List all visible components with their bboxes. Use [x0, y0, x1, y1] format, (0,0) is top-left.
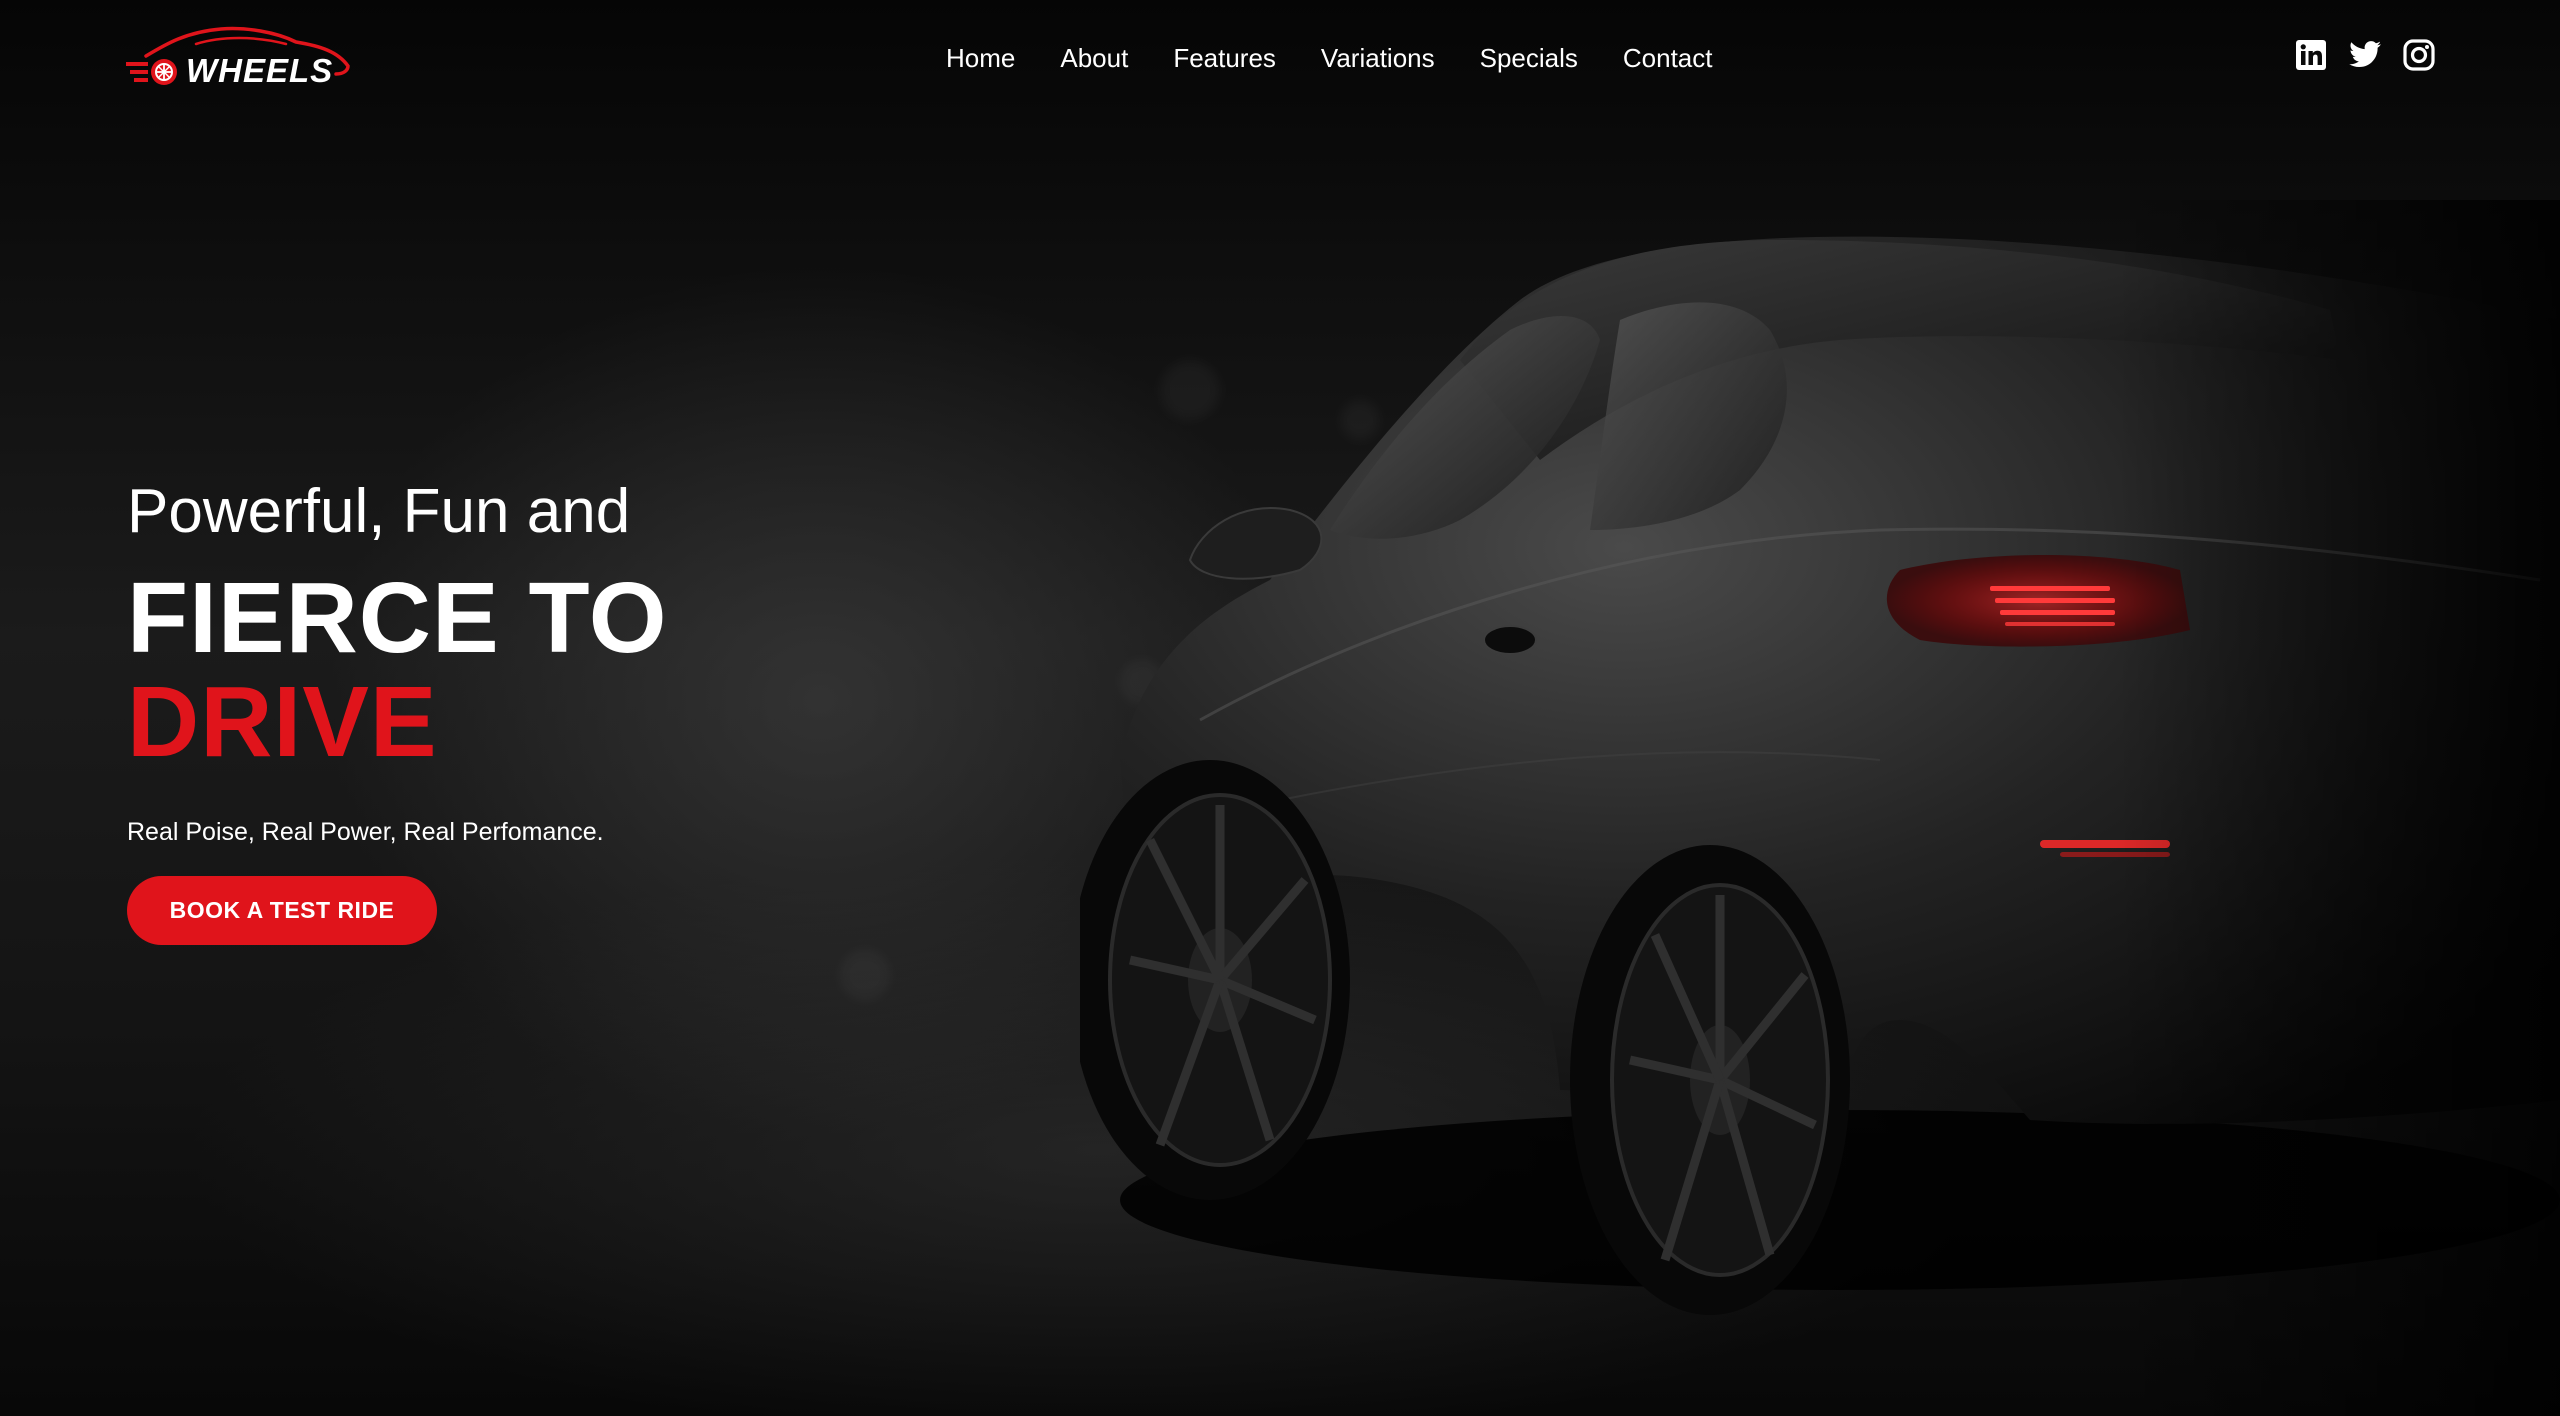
- linkedin-icon: [2296, 40, 2326, 70]
- sports-car-image: [1080, 200, 2560, 1416]
- nav-link-features[interactable]: Features: [1173, 43, 1276, 74]
- main-nav: Home About Features Variations Specials …: [946, 40, 1713, 76]
- nav-link-specials[interactable]: Specials: [1480, 43, 1578, 74]
- hero-section: Powerful, Fun and FIERCE TO DRIVE Real P…: [127, 470, 1027, 945]
- nav-link-home[interactable]: Home: [946, 43, 1015, 74]
- twitter-link[interactable]: [2348, 38, 2382, 72]
- hero-pre-title: Powerful, Fun and: [127, 477, 631, 546]
- social-links: [2294, 38, 2436, 72]
- linkedin-link[interactable]: [2294, 38, 2328, 72]
- bokeh-dot: [840, 950, 890, 1000]
- nav-link-contact[interactable]: Contact: [1623, 43, 1713, 74]
- instagram-icon: [2403, 39, 2435, 71]
- brand-name: WHEELS: [186, 52, 334, 89]
- nav-link-about[interactable]: About: [1060, 43, 1128, 74]
- hero-title-line-2: DRIVE: [127, 666, 438, 778]
- twitter-icon: [2349, 41, 2381, 67]
- hero-tagline: Real Poise, Real Power, Real Perfomance.: [127, 818, 604, 846]
- instagram-link[interactable]: [2402, 38, 2436, 72]
- book-test-ride-button[interactable]: BOOK A TEST RIDE: [127, 876, 437, 945]
- hero-page: WHEELS Home About Features Variations Sp…: [0, 0, 2560, 1416]
- hero-title: FIERCE TO DRIVE: [127, 566, 1027, 774]
- nav-link-variations[interactable]: Variations: [1321, 43, 1435, 74]
- brand-logo[interactable]: WHEELS: [126, 26, 356, 92]
- hero-title-line-1: FIERCE TO: [127, 562, 668, 674]
